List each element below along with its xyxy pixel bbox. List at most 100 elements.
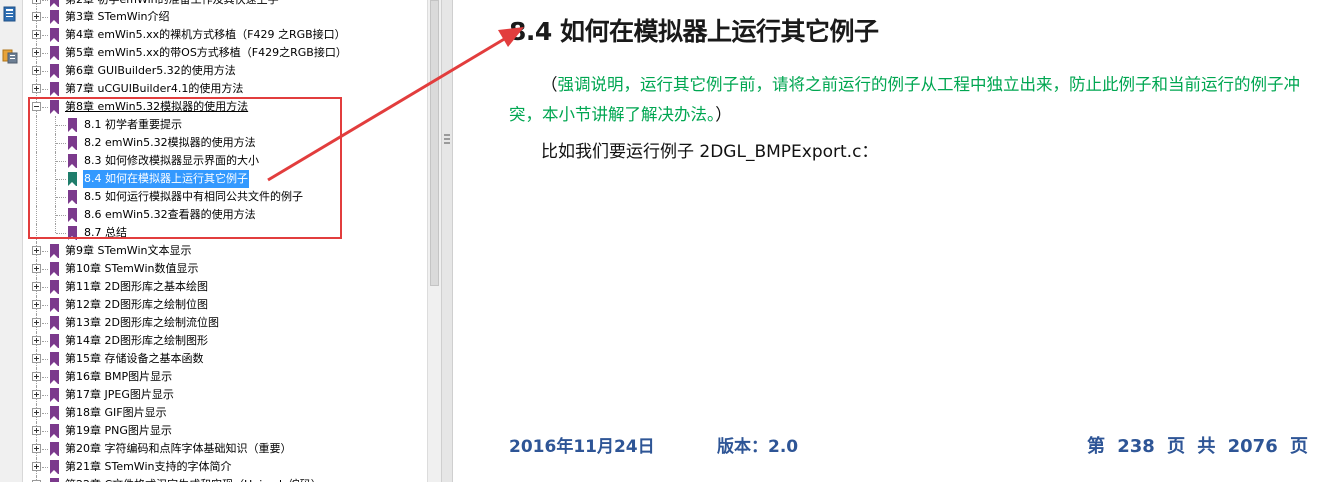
tree-item-label: 第15章 存储设备之基本函数 [65,352,204,365]
tree-chapter-item[interactable]: 第22章 C文件格式汉字生成和实现（Unicode编码） [23,476,427,482]
bookmark-icon [50,46,59,60]
tree-chapter-item[interactable]: 第5章 emWin5.xx的带OS方式移植（F429之RGB接口） [23,44,427,62]
expand-icon[interactable] [32,426,41,435]
tree-chapter-item[interactable]: 第17章 JPEG图片显示 [23,386,427,404]
tree-item-label: 第9章 STemWin文本显示 [65,244,192,257]
expand-icon[interactable] [32,354,41,363]
bookmark-icon [50,460,59,474]
tree-section-item[interactable]: 8.5 如何运行模拟器中有相同公共文件的例子 [23,188,427,206]
collapse-icon[interactable] [32,102,41,111]
expand-icon[interactable] [32,264,41,273]
tree-item-label: 第7章 uCGUIBuilder4.1的使用方法 [65,82,244,95]
note-text: 强调说明，运行其它例子前，请将之前运行的例子从工程中独立出来，防止此例子和当前运… [509,75,1300,124]
bookmark-icon [50,10,59,24]
tree-item-label: 8.6 emWin5.32查看器的使用方法 [84,208,256,221]
page-thumbnails-icon[interactable] [2,6,18,22]
bookmark-icon [50,280,59,294]
note-close-paren: ） [715,105,732,124]
tree-item-label: 8.2 emWin5.32模拟器的使用方法 [84,136,256,149]
tree-scrollbar-thumb[interactable] [430,0,439,286]
expand-icon[interactable] [32,318,41,327]
tree-section-item[interactable]: 8.4 如何在模拟器上运行其它例子 [23,170,427,188]
expand-icon[interactable] [32,12,41,21]
expand-icon[interactable] [32,0,41,4]
tree-item-label: 第4章 emWin5.xx的裸机方式移植（F429 之RGB接口） [65,28,346,41]
navigation-pane-strip [0,0,23,482]
footer-date: 2016年11月24日 [509,437,655,457]
tree-chapter-item[interactable]: 第10章 STemWin数值显示 [23,260,427,278]
tree-section-item[interactable]: 8.3 如何修改模拟器显示界面的大小 [23,152,427,170]
tree-item-label: 第6章 GUIBuilder5.32的使用方法 [65,64,236,77]
expand-icon[interactable] [32,84,41,93]
tree-chapter-item[interactable]: 第9章 STemWin文本显示 [23,242,427,260]
tree-item-label: 第11章 2D图形库之基本绘图 [65,280,208,293]
bookmark-icon [50,244,59,258]
tree-chapter-item[interactable]: 第21章 STemWin支持的字体简介 [23,458,427,476]
tree-chapter-item[interactable]: 第18章 GIF图片显示 [23,404,427,422]
bookmark-icon [68,154,77,168]
expand-icon[interactable] [32,48,41,57]
expand-icon[interactable] [32,444,41,453]
pane-splitter[interactable] [441,0,453,482]
bookmark-icon [50,100,59,114]
tree-item-label: 第5章 emWin5.xx的带OS方式移植（F429之RGB接口） [65,46,347,59]
bookmark-icon [68,208,77,222]
bookmark-icon [50,262,59,276]
tree-chapter-item[interactable]: 第3章 STemWin介绍 [23,8,427,26]
tree-chapter-item[interactable]: 第6章 GUIBuilder5.32的使用方法 [23,62,427,80]
body-paragraph: 比如我们要运行例子 2DGL_BMPExport.c： [541,142,879,162]
bookmark-icon [50,28,59,42]
expand-icon[interactable] [32,300,41,309]
bookmark-icon [50,370,59,384]
tree-chapter-item[interactable]: 第20章 字符编码和点阵字体基础知识（重要） [23,440,427,458]
bookmark-icon [68,118,77,132]
splitter-grip-icon [444,134,450,144]
section-title: 8.4 如何在模拟器上运行其它例子 [509,17,879,46]
tree-item-label: 8.5 如何运行模拟器中有相同公共文件的例子 [84,190,303,203]
bookmark-tree[interactable]: 第2章 初学emWin的准备工作及其快速上手第3章 STemWin介绍第4章 e… [23,0,427,482]
tree-item-label-selected: 8.4 如何在模拟器上运行其它例子 [83,170,249,188]
tree-chapter-item[interactable]: 第11章 2D图形库之基本绘图 [23,278,427,296]
expand-icon[interactable] [32,372,41,381]
tree-chapter-item[interactable]: 第8章 emWin5.32模拟器的使用方法 [23,98,427,116]
tree-item-label: 第18章 GIF图片显示 [65,406,167,419]
expand-icon[interactable] [32,66,41,75]
tree-section-item[interactable]: 8.2 emWin5.32模拟器的使用方法 [23,134,427,152]
expand-icon[interactable] [32,390,41,399]
emphasis-note: （强调说明，运行其它例子前，请将之前运行的例子从工程中独立出来，防止此例子和当前… [509,70,1319,130]
bookmark-icon [50,442,59,456]
tree-item-label: 第3章 STemWin介绍 [65,10,170,23]
tree-chapter-item[interactable]: 第13章 2D图形库之绘制流位图 [23,314,427,332]
tree-section-item[interactable]: 8.1 初学者重要提示 [23,116,427,134]
document-page: 8.4 如何在模拟器上运行其它例子 （强调说明，运行其它例子前，请将之前运行的例… [453,0,1328,482]
expand-icon[interactable] [32,336,41,345]
expand-icon[interactable] [32,282,41,291]
expand-icon[interactable] [32,246,41,255]
bookmark-icon [50,82,59,96]
tree-section-item[interactable]: 8.7 总结 [23,224,427,242]
tree-chapter-item[interactable]: 第19章 PNG图片显示 [23,422,427,440]
tree-chapter-item[interactable]: 第14章 2D图形库之绘制图形 [23,332,427,350]
tree-item-label: 第20章 字符编码和点阵字体基础知识（重要） [65,442,292,455]
tree-item-label: 第19章 PNG图片显示 [65,424,172,437]
tree-item-label: 8.1 初学者重要提示 [84,118,182,131]
tree-chapter-item[interactable]: 第7章 uCGUIBuilder4.1的使用方法 [23,80,427,98]
bookmarks-panel-icon[interactable] [2,48,18,64]
bookmark-icon [50,334,59,348]
tree-scrollbar[interactable] [427,0,441,482]
expand-icon[interactable] [32,462,41,471]
bookmark-icon [50,352,59,366]
tree-section-item[interactable]: 8.6 emWin5.32查看器的使用方法 [23,206,427,224]
tree-item-label: 第16章 BMP图片显示 [65,370,173,383]
tree-item-label: 第22章 C文件格式汉字生成和实现（Unicode编码） [64,476,323,482]
tree-chapter-item[interactable]: 第4章 emWin5.xx的裸机方式移植（F429 之RGB接口） [23,26,427,44]
tree-chapter-item[interactable]: 第12章 2D图形库之绘制位图 [23,296,427,314]
footer-page-number: 第 238 页 共 2076 页 [1086,436,1308,457]
tree-item-label: 8.3 如何修改模拟器显示界面的大小 [84,154,259,167]
expand-icon[interactable] [32,408,41,417]
expand-icon[interactable] [32,30,41,39]
tree-item-label: 第8章 emWin5.32模拟器的使用方法 [65,100,249,113]
tree-item-label: 第14章 2D图形库之绘制图形 [65,334,208,347]
tree-chapter-item[interactable]: 第16章 BMP图片显示 [23,368,427,386]
tree-chapter-item[interactable]: 第15章 存储设备之基本函数 [23,350,427,368]
